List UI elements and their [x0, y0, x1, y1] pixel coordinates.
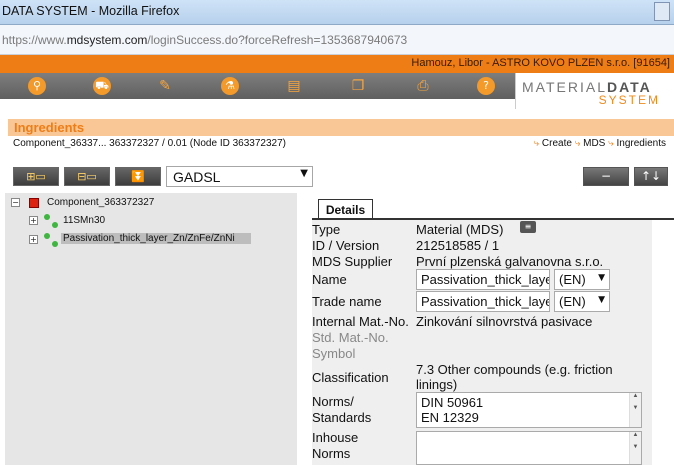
tab-details[interactable]: Details — [318, 199, 373, 220]
window-titlebar: DATA SYSTEM - Mozilla Firefox — [0, 0, 674, 25]
expand-all-button[interactable]: ⊞▭ — [13, 167, 59, 186]
trade-name-label: Trade name — [312, 294, 382, 309]
ingredients-tree: − Component_363372327 + 11SMn30 + Passiv… — [5, 193, 297, 465]
material-icon — [44, 233, 50, 239]
component-info: Component_36337... 363372327 / 0.01 (Nod… — [13, 138, 286, 149]
tree-node-passivation[interactable]: Passivation_thick_layer_Zn/ZnFe/ZnNi — [61, 233, 251, 244]
chevron-down-icon: ▼ — [598, 273, 605, 283]
collapse-all-button[interactable]: ⊟▭ — [64, 167, 110, 186]
scrollbar[interactable]: ▲ ▼ — [629, 393, 641, 427]
filter-button[interactable]: ⏬ — [115, 167, 161, 186]
help-icon[interactable]: ? — [477, 77, 495, 95]
printer-icon[interactable]: ⎙ — [414, 77, 432, 95]
url-text[interactable]: https://www.mdsystem.com/loginSuccess.do… — [2, 33, 407, 47]
id-label: ID / Version — [312, 238, 380, 253]
norms-label: Norms/ — [312, 394, 354, 409]
logo-word-material: MATERIAL — [522, 79, 607, 95]
inhouse-label: Inhouse — [312, 430, 359, 445]
logo-word-system: SYSTEM — [598, 93, 660, 107]
supplier-label: MDS Supplier — [312, 254, 393, 269]
trade-name-input[interactable]: Passivation_thick_layer — [416, 291, 550, 312]
norm-item: DIN 50961 — [421, 395, 484, 410]
material-icon — [52, 241, 58, 247]
search-icon[interactable]: ⚲ — [28, 77, 46, 95]
chevron-down-icon: ▼ — [598, 295, 605, 305]
std-mat-no-label: Std. Mat.-No. — [312, 330, 389, 345]
classification-label: Classification — [312, 370, 389, 385]
type-value: Material (MDS) — [416, 222, 504, 237]
chevron-down-icon: ▼ — [300, 168, 308, 179]
expand-toggle[interactable]: + — [29, 235, 38, 244]
id-value: 212518585 / 1 — [416, 238, 500, 253]
component-icon — [29, 198, 39, 208]
address-bar[interactable]: https://www.mdsystem.com/loginSuccess.do… — [0, 25, 674, 55]
classification-value-line1: 7.3 Other compounds (e.g. friction — [416, 362, 613, 377]
symbol-label: Symbol — [312, 346, 356, 361]
filter-select[interactable]: GADSL ▼ — [166, 166, 313, 187]
supplier-value: První plzenská galvanovna s.r.o. — [416, 254, 604, 269]
inhouse-norms-label: Norms — [312, 446, 351, 461]
window-title: DATA SYSTEM - Mozilla Firefox — [2, 4, 180, 18]
breadcrumb: ⤷ Create ⤷ MDS ⤷ Ingredients — [533, 138, 666, 149]
norm-item: EN 12329 — [421, 410, 479, 425]
breadcrumb-create[interactable]: Create — [542, 138, 572, 149]
trade-name-language-select[interactable]: (EN) ▼ — [554, 291, 610, 312]
user-bar: Hamouz, Libor - ASTRO KOVO PLZEN s.r.o. … — [0, 55, 674, 73]
name-language-select[interactable]: (EN) ▼ — [554, 269, 610, 290]
expand-toggle[interactable]: + — [29, 216, 38, 225]
internal-mat-no-label: Internal Mat.-No. — [312, 314, 409, 329]
user-info: Hamouz, Libor - ASTRO KOVO PLZEN s.r.o. … — [411, 57, 670, 69]
minimize-button[interactable] — [654, 2, 670, 21]
type-label: Type — [312, 222, 341, 237]
material-icon — [44, 214, 50, 220]
material-icon — [52, 222, 58, 228]
norms-textarea[interactable]: DIN 50961 EN 12329 ▲ ▼ — [416, 392, 642, 428]
standards-label: Standards — [312, 410, 372, 425]
classification-value-line2: linings) — [416, 377, 458, 392]
breadcrumb-ingredients[interactable]: Ingredients — [617, 138, 666, 149]
name-input[interactable]: Passivation_thick_layer — [416, 269, 550, 290]
collapse-toggle[interactable]: − — [11, 198, 20, 207]
inhouse-norms-textarea[interactable]: ▲ ▼ — [416, 431, 642, 465]
name-label: Name — [312, 272, 347, 287]
page-title: Ingredients — [14, 120, 85, 135]
edit-icon[interactable]: ✎ — [156, 77, 174, 95]
breadcrumb-mds[interactable]: MDS — [583, 138, 605, 149]
mds-logo: MATERIALDATA SYSTEM — [515, 73, 674, 109]
sort-button[interactable]: ↑↓ — [634, 167, 668, 186]
scrollbar[interactable]: ▲ ▼ — [629, 432, 641, 464]
document-icon[interactable]: ▤ — [285, 77, 303, 95]
car-icon[interactable]: ⛟ — [93, 77, 111, 95]
tree-node-11smn30[interactable]: 11SMn30 — [63, 215, 105, 226]
details-panel: Type Material (MDS) ≡ ID / Version 21251… — [312, 220, 652, 465]
remove-button[interactable]: − — [583, 167, 629, 186]
flask-icon[interactable]: ⚗ — [221, 77, 239, 95]
material-type-icon: ≡ — [520, 221, 536, 233]
copy-icon[interactable]: ❐ — [349, 77, 367, 95]
internal-mat-no-value: Zinkování silnovrstvá pasivace — [416, 314, 593, 329]
tree-node-root[interactable]: Component_363372327 — [47, 197, 154, 208]
ingredients-header: Ingredients — [8, 119, 674, 136]
